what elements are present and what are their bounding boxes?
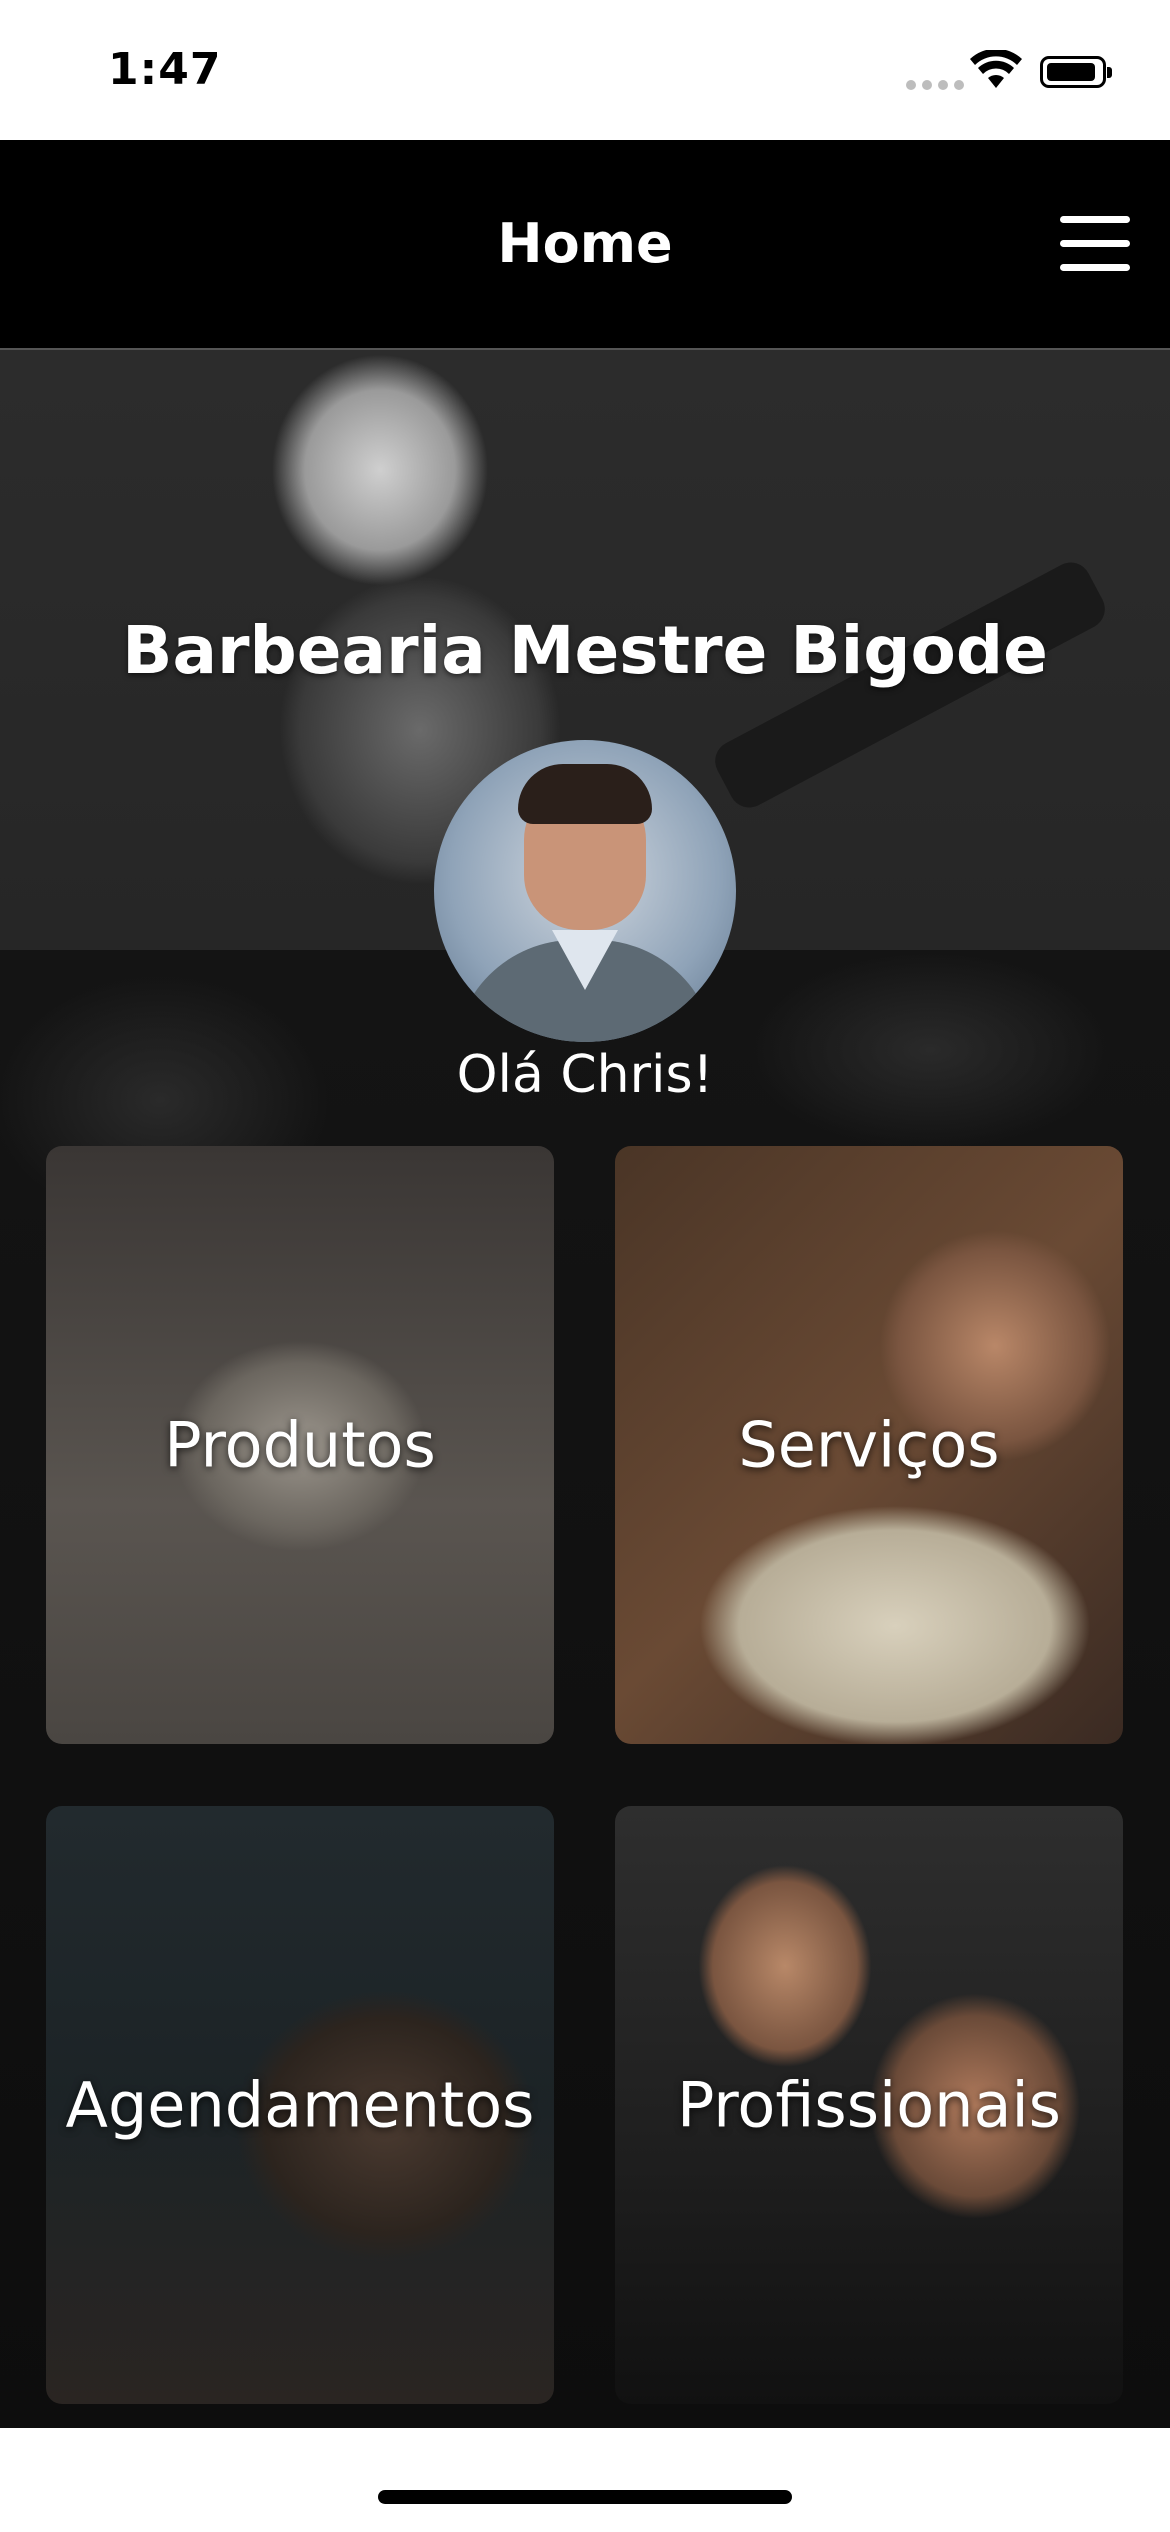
wifi-icon <box>970 50 1022 88</box>
battery-icon <box>1040 56 1112 88</box>
status-time: 1:47 <box>108 44 222 95</box>
card-profissionais[interactable]: Profissionais <box>615 1806 1123 2404</box>
card-label: Profissionais <box>677 2068 1061 2142</box>
card-label: Produtos <box>164 1408 436 1482</box>
card-label: Agendamentos <box>65 2068 535 2142</box>
card-label: Serviços <box>738 1408 1000 1482</box>
status-bar: 1:47 <box>0 0 1170 140</box>
card-servicos[interactable]: Serviços <box>615 1146 1123 1744</box>
shop-name: Barbearia Mestre Bigode <box>122 612 1048 689</box>
signal-icon <box>906 80 964 90</box>
page-title: Home <box>497 212 673 275</box>
avatar[interactable] <box>434 740 736 1042</box>
home-indicator-area <box>0 2428 1170 2532</box>
card-produtos[interactable]: Produtos <box>46 1146 554 1744</box>
card-agendamentos[interactable]: Agendamentos <box>46 1806 554 2404</box>
greeting-text: Olá Chris! <box>456 1045 714 1105</box>
hamburger-menu-icon[interactable] <box>1060 216 1130 272</box>
home-indicator[interactable] <box>378 2490 792 2504</box>
navigation-bar: Home <box>0 140 1170 350</box>
